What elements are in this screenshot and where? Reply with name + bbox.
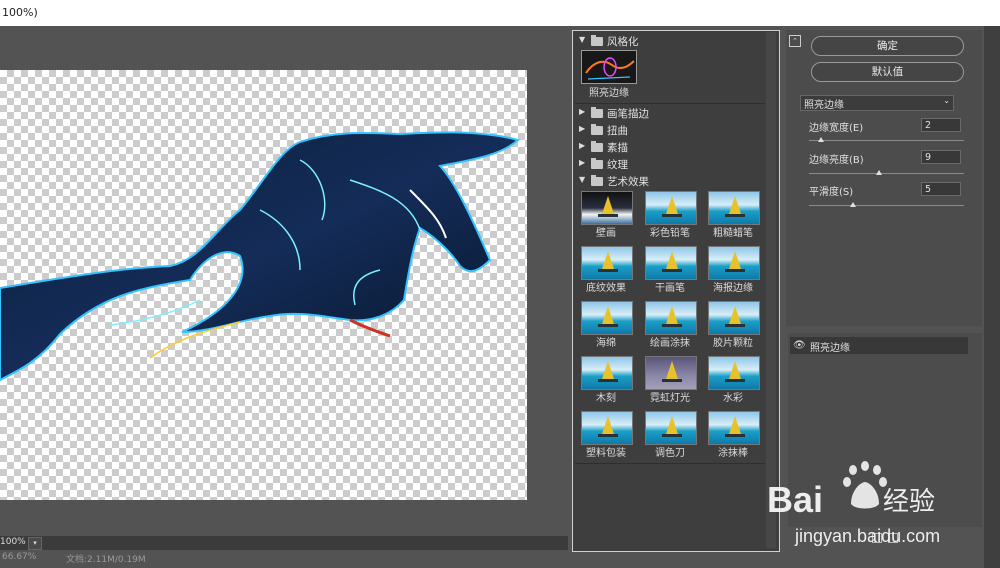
filter-label: 霓虹灯光 — [650, 393, 690, 404]
collapse-gallery-icon[interactable]: ⌃ — [789, 35, 801, 47]
folder-icon — [591, 107, 603, 118]
collapsed-triangle-icon: ▶ — [579, 141, 586, 150]
filter-thumb-fresco[interactable] — [581, 191, 633, 225]
status-zoom: 66.67% — [2, 552, 37, 562]
filter-label: 水彩 — [723, 393, 743, 404]
filter-thumb-paint-daubs[interactable] — [645, 301, 697, 335]
edge-brightness-slider-knob[interactable] — [875, 170, 882, 175]
smoothness-input[interactable]: 5 — [921, 182, 961, 196]
chevron-down-icon[interactable]: ▾ — [28, 537, 42, 550]
filter-thumb-smudge-stick[interactable] — [708, 411, 760, 445]
group-header-distort[interactable]: ▶ 扭曲 — [575, 122, 765, 138]
filter-label: 粗糙蜡笔 — [713, 228, 753, 239]
group-header-stylize[interactable]: ▼ 风格化 — [575, 33, 765, 49]
smoothness-slider-knob[interactable] — [850, 202, 857, 207]
smoothness-slider-track[interactable] — [809, 205, 964, 206]
window-title: 100%) — [2, 6, 38, 19]
glowing-edges-thumbnail — [582, 51, 636, 83]
group-header-brush-strokes[interactable]: ▶ 画笔描边 — [575, 105, 765, 121]
watermark-brand: Bai — [767, 479, 823, 520]
param-label-edge-width: 边缘宽度(E) — [809, 123, 864, 134]
filter-label: 涂抹棒 — [718, 448, 748, 459]
title-bar: 100%) — [0, 0, 1000, 26]
divider — [575, 103, 765, 104]
filter-label: 壁画 — [596, 228, 616, 239]
collapsed-triangle-icon: ▶ — [579, 107, 586, 116]
filter-thumb-rough-pastels[interactable] — [708, 191, 760, 225]
filter-thumb-cutout[interactable] — [581, 356, 633, 390]
edge-width-slider-track[interactable] — [809, 140, 964, 141]
filter-label: 干画笔 — [655, 283, 685, 294]
group-header-sketch[interactable]: ▶ 素描 — [575, 139, 765, 155]
divider — [575, 463, 765, 464]
edge-width-input[interactable]: 2 — [921, 118, 961, 132]
filter-label: 海绵 — [596, 338, 616, 349]
param-label-edge-brightness: 边缘亮度(B) — [809, 155, 864, 166]
filter-thumb-glowing-edges[interactable] — [581, 50, 637, 84]
expanded-triangle-icon: ▼ — [579, 175, 586, 184]
eye-icon[interactable]: 👁 — [793, 340, 806, 351]
zoom-value[interactable]: 100% — [0, 537, 26, 549]
folder-icon — [591, 141, 603, 152]
watermark-brand-2: 经验 — [883, 487, 935, 517]
edge-width-slider-knob[interactable] — [817, 137, 824, 142]
baidu-jingyan-watermark: Bai 经验 jingyan.baidu.com — [767, 461, 940, 546]
expanded-triangle-icon: ▼ — [579, 35, 586, 44]
param-label-smoothness: 平滑度(S) — [809, 187, 854, 198]
filter-thumb-dry-brush[interactable] — [645, 246, 697, 280]
glowing-edges-hand-image — [0, 131, 521, 382]
status-document-size: 文档:2.11M/0.19M — [66, 555, 146, 565]
filter-select-value: 照亮边缘 — [804, 100, 844, 111]
zoom-bar — [0, 536, 568, 550]
filter-label: 绘画涂抹 — [650, 338, 690, 349]
filter-gallery: ▼ 风格化 照亮边缘 ▶ 画笔描边 ▶ 扭曲 ▶ 素描 ▶ 纹理 ▼ 艺术效果 — [572, 30, 780, 552]
filter-thumb-film-grain[interactable] — [708, 301, 760, 335]
collapsed-triangle-icon: ▶ — [579, 124, 586, 133]
filter-thumb-watercolor[interactable] — [708, 356, 760, 390]
collapsed-triangle-icon: ▶ — [579, 158, 586, 167]
folder-icon — [591, 158, 603, 169]
filter-label: 塑料包装 — [586, 448, 626, 459]
filter-thumb-colored-pencil[interactable] — [645, 191, 697, 225]
folder-icon — [591, 124, 603, 135]
filter-label-glowing-edges: 照亮边缘 — [589, 88, 629, 99]
edge-brightness-slider-track[interactable] — [809, 173, 964, 174]
filter-label: 胶片颗粒 — [713, 338, 753, 349]
filter-label: 调色刀 — [655, 448, 685, 459]
effect-layer-label: 照亮边缘 — [810, 343, 850, 354]
default-button[interactable]: 默认值 — [811, 62, 964, 82]
filter-thumb-poster-edges[interactable] — [708, 246, 760, 280]
filter-label: 彩色铅笔 — [650, 228, 690, 239]
watermark-url: jingyan.baidu.com — [794, 526, 940, 546]
folder-icon — [591, 175, 603, 186]
filter-thumb-plastic-wrap[interactable] — [581, 411, 633, 445]
filter-label: 底纹效果 — [586, 283, 626, 294]
filter-thumb-palette-knife[interactable] — [645, 411, 697, 445]
folder-icon — [591, 35, 603, 46]
ok-button[interactable]: 确定 — [811, 36, 964, 56]
filter-select[interactable]: 照亮边缘 ⌄ — [800, 95, 954, 111]
filter-thumb-neon-glow[interactable] — [645, 356, 697, 390]
filter-thumb-sponge[interactable] — [581, 301, 633, 335]
filter-label: 木刻 — [596, 393, 616, 404]
filter-label: 海报边缘 — [713, 283, 753, 294]
chevron-down-icon: ⌄ — [943, 96, 950, 105]
group-header-texture[interactable]: ▶ 纹理 — [575, 156, 765, 172]
preview-canvas[interactable] — [0, 70, 527, 500]
edge-brightness-input[interactable]: 9 — [921, 150, 961, 164]
filter-thumb-underpainting[interactable] — [581, 246, 633, 280]
group-header-artistic[interactable]: ▼ 艺术效果 — [575, 173, 765, 189]
